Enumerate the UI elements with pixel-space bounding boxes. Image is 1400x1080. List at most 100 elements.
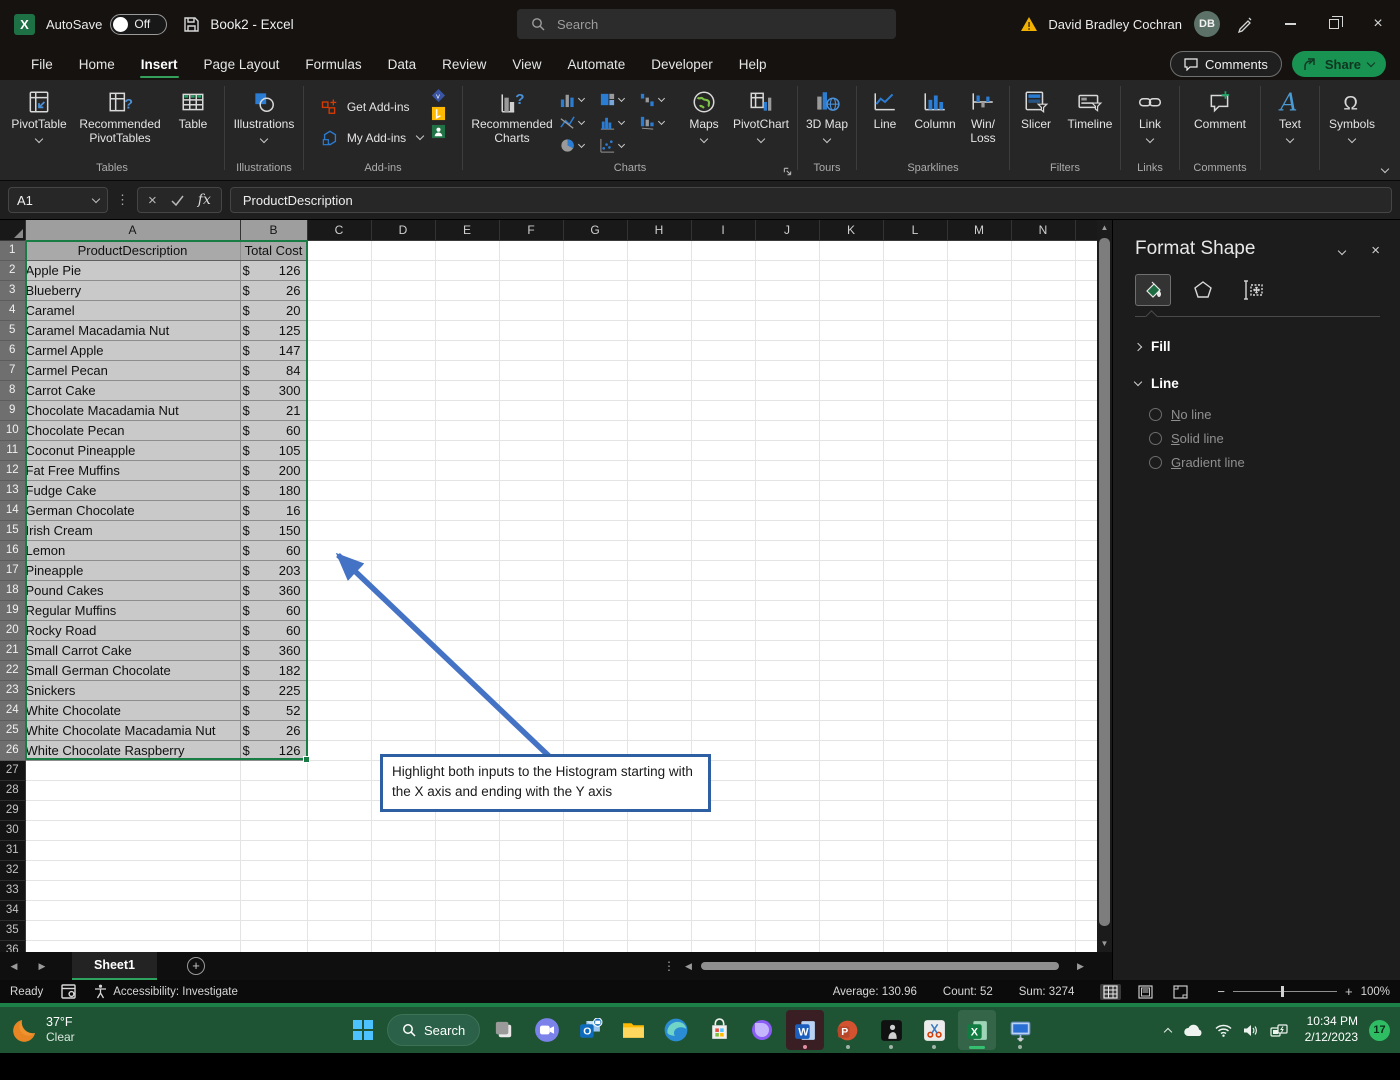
empty-cell[interactable] <box>371 480 436 501</box>
zoom-in-icon[interactable]: + <box>1345 984 1353 999</box>
empty-cell[interactable] <box>435 280 500 301</box>
empty-cell[interactable] <box>435 320 500 341</box>
table-header-cell[interactable]: Total Cost <box>240 240 308 261</box>
empty-cell[interactable] <box>499 500 564 521</box>
empty-cell[interactable] <box>435 540 500 561</box>
empty-cell[interactable] <box>240 860 308 881</box>
empty-cell[interactable] <box>691 660 756 681</box>
empty-cell[interactable] <box>435 500 500 521</box>
empty-cell[interactable] <box>371 500 436 521</box>
empty-cell[interactable] <box>819 260 884 281</box>
column-button[interactable]: Column <box>909 86 961 132</box>
empty-cell[interactable] <box>1075 580 1097 601</box>
row-header-21[interactable]: 21 <box>0 640 26 661</box>
empty-cell[interactable] <box>435 840 500 861</box>
empty-cell[interactable] <box>819 540 884 561</box>
empty-cell[interactable] <box>755 740 820 761</box>
empty-cell[interactable] <box>563 260 628 281</box>
empty-cell[interactable] <box>1011 300 1076 321</box>
empty-cell[interactable] <box>499 560 564 581</box>
empty-cell[interactable] <box>947 700 1012 721</box>
empty-cell[interactable] <box>691 540 756 561</box>
link-button[interactable]: Link <box>1128 86 1172 144</box>
empty-cell[interactable] <box>1075 260 1097 281</box>
empty-cell[interactable] <box>755 440 820 461</box>
empty-cell[interactable] <box>435 680 500 701</box>
empty-cell[interactable] <box>755 420 820 441</box>
empty-cell[interactable] <box>947 760 1012 781</box>
pivotchart-button[interactable]: PivotChart <box>729 86 793 144</box>
empty-cell[interactable] <box>819 460 884 481</box>
empty-cell[interactable] <box>627 840 692 861</box>
table-data-cell[interactable]: Irish Cream <box>25 520 241 541</box>
empty-cell[interactable] <box>883 740 948 761</box>
empty-cell[interactable] <box>691 820 756 841</box>
empty-cell[interactable] <box>435 880 500 901</box>
empty-cell[interactable] <box>25 840 241 861</box>
empty-cell[interactable] <box>819 820 884 841</box>
empty-cell[interactable] <box>1075 500 1097 521</box>
empty-cell[interactable] <box>563 580 628 601</box>
empty-cell[interactable] <box>1075 860 1097 881</box>
empty-cell[interactable] <box>435 660 500 681</box>
table-header-cell[interactable]: ProductDescription <box>25 240 241 261</box>
empty-cell[interactable] <box>435 560 500 581</box>
empty-cell[interactable] <box>563 440 628 461</box>
empty-cell[interactable] <box>691 400 756 421</box>
empty-cell[interactable] <box>371 340 436 361</box>
empty-cell[interactable] <box>563 940 628 952</box>
empty-cell[interactable] <box>371 540 436 561</box>
empty-cell[interactable] <box>1011 680 1076 701</box>
empty-cell[interactable] <box>819 440 884 461</box>
row-header-32[interactable]: 32 <box>0 860 26 881</box>
tab-data[interactable]: Data <box>375 48 430 80</box>
empty-cell[interactable] <box>1075 280 1097 301</box>
row-header-5[interactable]: 5 <box>0 320 26 341</box>
empty-cell[interactable] <box>1075 320 1097 341</box>
empty-cell[interactable] <box>563 720 628 741</box>
empty-cell[interactable] <box>1075 780 1097 801</box>
empty-cell[interactable] <box>1011 420 1076 441</box>
empty-cell[interactable] <box>499 860 564 881</box>
column-header-d[interactable]: D <box>371 220 436 241</box>
empty-cell[interactable] <box>1075 680 1097 701</box>
empty-cell[interactable] <box>883 760 948 781</box>
table-data-cell[interactable]: Pound Cakes <box>25 580 241 601</box>
empty-cell[interactable] <box>1011 520 1076 541</box>
sheet-tab-sheet1[interactable]: Sheet1 <box>72 952 157 980</box>
table-data-cell[interactable]: Rocky Road <box>25 620 241 641</box>
empty-cell[interactable] <box>691 880 756 901</box>
empty-cell[interactable] <box>435 940 500 952</box>
empty-cell[interactable] <box>883 420 948 441</box>
empty-cell[interactable] <box>755 400 820 421</box>
empty-cell[interactable] <box>883 700 948 721</box>
empty-cell[interactable] <box>499 920 564 941</box>
empty-cell[interactable] <box>883 900 948 921</box>
empty-cell[interactable] <box>499 580 564 601</box>
empty-cell[interactable] <box>819 320 884 341</box>
empty-cell[interactable] <box>1075 720 1097 741</box>
comment-button[interactable]: Comment <box>1188 86 1252 132</box>
empty-cell[interactable] <box>563 820 628 841</box>
empty-cell[interactable] <box>1075 520 1097 541</box>
empty-cell[interactable] <box>1011 560 1076 581</box>
empty-cell[interactable] <box>499 340 564 361</box>
empty-cell[interactable] <box>563 680 628 701</box>
people-addin-icon[interactable] <box>431 124 446 139</box>
empty-cell[interactable] <box>240 780 308 801</box>
empty-cell[interactable] <box>883 720 948 741</box>
empty-cell[interactable] <box>755 560 820 581</box>
taskbar-clock[interactable]: 10:34 PM 2/12/2023 <box>1305 1014 1358 1045</box>
empty-cell[interactable] <box>435 400 500 421</box>
row-header-7[interactable]: 7 <box>0 360 26 381</box>
empty-cell[interactable] <box>1011 540 1076 561</box>
empty-cell[interactable] <box>435 580 500 601</box>
empty-cell[interactable] <box>240 760 308 781</box>
empty-cell[interactable] <box>563 840 628 861</box>
empty-cell[interactable] <box>755 640 820 661</box>
empty-cell[interactable] <box>307 320 372 341</box>
empty-cell[interactable] <box>1075 240 1097 261</box>
table-data-cell[interactable]: $21 <box>240 400 308 421</box>
table-data-cell[interactable]: $126 <box>240 260 308 281</box>
empty-cell[interactable] <box>371 880 436 901</box>
